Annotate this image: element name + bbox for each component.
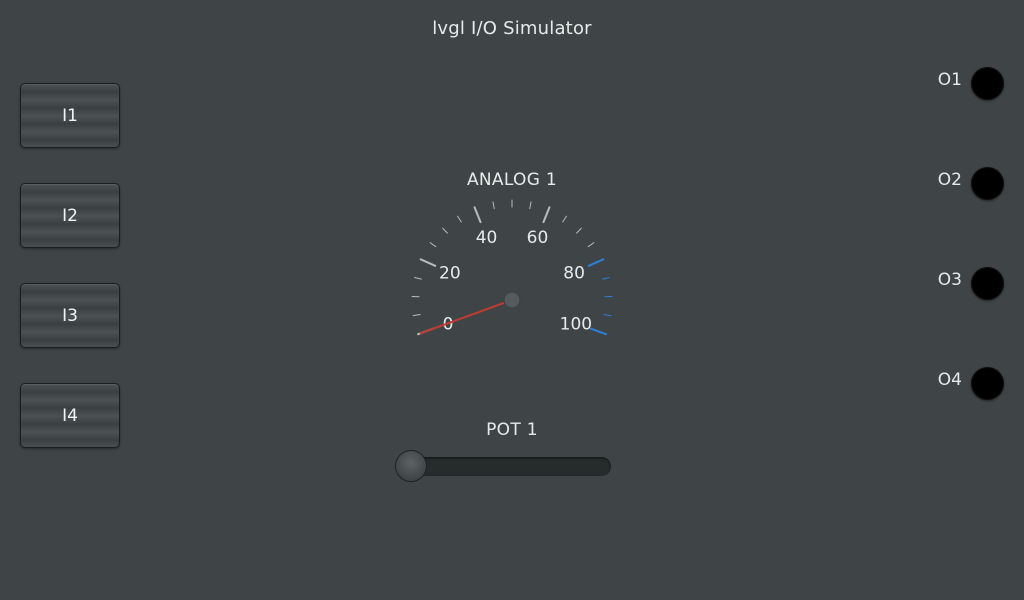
gauge-minor-tick [529, 201, 532, 210]
analog-gauge: 020406080100 [411, 199, 613, 336]
input-button-label: I3 [62, 305, 78, 326]
gauge-major-tick [542, 206, 551, 224]
gauge-title: ANALOG 1 [466, 170, 557, 190]
output-led-o3 [971, 267, 1004, 300]
gauge-minor-tick [492, 201, 495, 210]
gauge-scale-label: 40 [476, 228, 498, 248]
gauge-minor-tick [412, 314, 421, 317]
gauge-scale-label: 80 [563, 263, 585, 283]
gauge-minor-tick [414, 277, 422, 280]
app-title: lvgl I/O Simulator [432, 18, 592, 39]
gauge-minor-tick [576, 227, 582, 234]
output-label-o1: O1 [937, 70, 962, 90]
gauge-needle [419, 299, 513, 335]
gauge-minor-tick [603, 314, 612, 317]
gauge-major-tick [587, 258, 605, 267]
gauge-scale-label: 20 [439, 263, 461, 283]
output-label-o4: O4 [937, 370, 962, 390]
gauge-scale-label: 60 [527, 228, 549, 248]
input-button-i3[interactable]: I3 [20, 283, 120, 348]
output-led-o1 [971, 67, 1004, 100]
input-button-i1[interactable]: I1 [20, 83, 120, 148]
input-button-i2[interactable]: I2 [20, 183, 120, 248]
pot-title: POT 1 [486, 420, 538, 440]
gauge-needle-hub [503, 291, 521, 309]
input-button-label: I1 [62, 105, 78, 126]
pot-slider-track[interactable] [411, 457, 611, 476]
gauge-scale-label: 100 [560, 314, 592, 334]
gauge-major-tick [473, 206, 482, 224]
input-button-label: I2 [62, 205, 78, 226]
pot-slider-knob[interactable] [395, 450, 427, 482]
gauge-minor-tick [429, 242, 437, 248]
gauge-major-tick [419, 258, 437, 267]
gauge-major-tick [589, 327, 607, 336]
gauge-minor-tick [562, 215, 567, 223]
gauge-minor-tick [587, 242, 595, 248]
gauge-minor-tick [602, 277, 610, 280]
output-led-o4 [971, 367, 1004, 400]
gauge-minor-tick [442, 227, 448, 234]
output-label-o3: O3 [937, 270, 962, 290]
gauge-minor-tick [457, 215, 462, 223]
